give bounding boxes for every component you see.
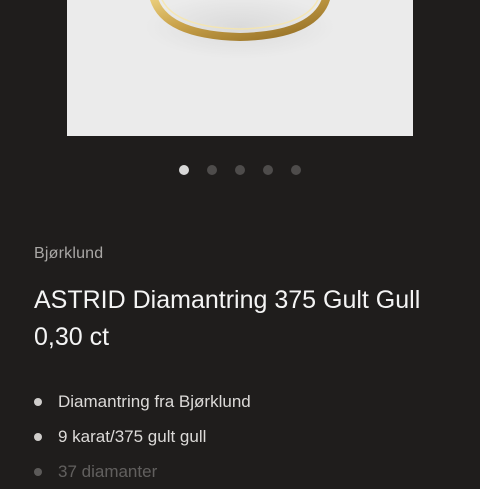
carousel-dot-1[interactable] [179,165,189,175]
carousel-dot-2[interactable] [207,165,217,175]
list-item: Diamantring fra Bjørklund [34,384,251,419]
carousel-dot-5[interactable] [291,165,301,175]
ring-icon [145,0,335,59]
bullet-icon [34,467,42,476]
brand-name[interactable]: Bjørklund [34,245,103,263]
feature-text: Diamantring fra Bjørklund [58,391,251,411]
feature-list: Diamantring fra Bjørklund 9 karat/375 gu… [34,384,251,489]
product-image[interactable] [67,0,413,136]
list-item: 37 diamanter [34,454,251,489]
carousel-dot-3[interactable] [235,165,245,175]
product-title: ASTRID Diamantring 375 Gult Gull 0,30 ct [34,286,421,351]
feature-text: 9 karat/375 gult gull [58,426,207,446]
carousel-dot-4[interactable] [263,165,273,175]
feature-text: 37 diamanter [58,461,158,481]
list-item: 9 karat/375 gult gull [34,419,251,454]
bullet-icon [34,397,42,406]
carousel-dots [0,164,480,176]
bullet-icon [34,432,42,441]
